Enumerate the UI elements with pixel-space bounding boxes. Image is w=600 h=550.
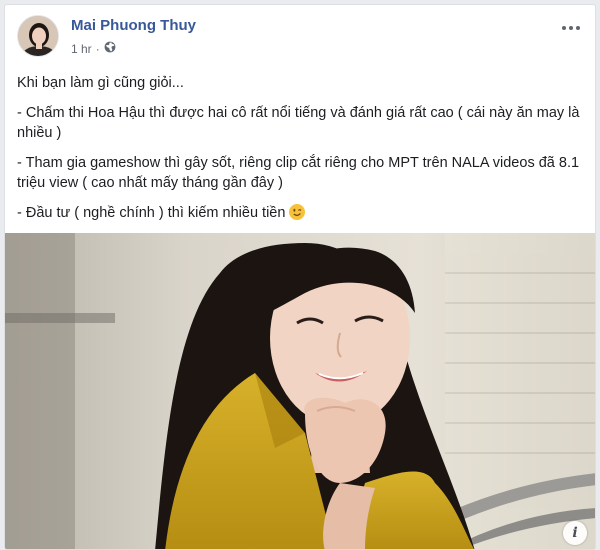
post-meta: 1 hr · [71,41,116,56]
post-paragraph-1: Khi bạn làm gì cũng giỏi... [17,75,184,91]
post-header: Mai Phuong Thuy 1 hr · [17,13,583,65]
post-text: Khi bạn làm gì cũng giỏi... - Chấm thi H… [17,73,585,233]
winking-face-emoji [289,204,306,220]
author-avatar[interactable] [17,15,59,57]
post-paragraph-2: - Chấm thi Hoa Hậu thì được hai cô rất n… [17,105,580,141]
post-paragraph-4-wrapper: - Đầu tư ( nghề chính ) thì kiếm nhiều t… [17,203,585,223]
more-options-icon[interactable] [559,19,583,37]
post-card: Mai Phuong Thuy 1 hr · Khi bạn làm gì cũ… [4,4,596,550]
post-photo[interactable]: i [5,233,595,549]
info-icon[interactable]: i [563,521,587,545]
author-name[interactable]: Mai Phuong Thuy [71,17,196,34]
post-timestamp[interactable]: 1 hr [71,42,92,56]
post-paragraph-3: - Tham gia gameshow thì gây sốt, riêng c… [17,155,580,191]
globe-icon[interactable] [104,41,116,56]
meta-separator: · [95,41,100,56]
post-paragraph-4: - Đầu tư ( nghề chính ) thì kiếm nhiều t… [17,205,286,221]
